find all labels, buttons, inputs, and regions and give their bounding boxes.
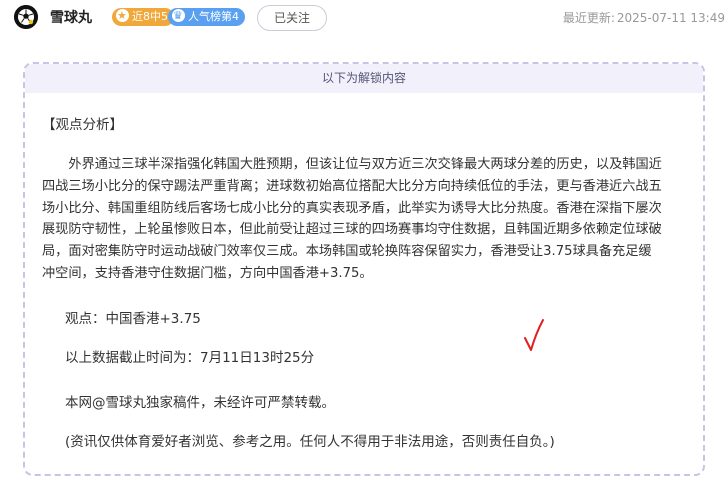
copyright-line: 本网@雪球丸独家稿件，未经许可严禁转载。 (65, 395, 335, 411)
unlock-notice: 以下为解锁内容 (25, 64, 703, 93)
avatar[interactable] (14, 5, 38, 29)
cutoff-time-line: 以上数据截止时间为：7月11日13时25分 (65, 350, 315, 366)
author-header: 雪球丸 近8中5 人气榜第4 已关注 最近更新:2025-07-11 13:49 (0, 0, 727, 36)
soccer-ball-icon (14, 5, 38, 29)
last-updated: 最近更新: 2025-07-11 13:49 (561, 9, 725, 27)
check-mark-icon (524, 319, 544, 351)
rank-badge: 人气榜第4 (168, 7, 245, 26)
username[interactable]: 雪球丸 (50, 9, 92, 27)
last-updated-label: 最近更新: (562, 11, 615, 25)
last-updated-time: 2025-07-11 13:49 (616, 11, 725, 25)
record-badge: 近8中5 (112, 7, 174, 26)
record-badge-label: 近8中5 (132, 10, 168, 23)
view-line: 观点：中国香港+3.75 (65, 311, 201, 327)
analysis-paragraph: 外界通过三球半深指强化韩国大胜预期，但该让位与双方近三次交锋最大两球分差的历史，… (42, 157, 662, 281)
rank-badge-label: 人气榜第4 (188, 10, 239, 23)
disclaimer-line: (资讯仅供体育爱好者浏览、参考之用。任何人不得用于非法用途，否则责任自负。) (65, 434, 555, 450)
follow-button[interactable]: 已关注 (257, 5, 327, 31)
section-heading: 【观点分析】 (42, 117, 123, 133)
crown-icon (172, 7, 185, 25)
star-icon (116, 7, 129, 25)
